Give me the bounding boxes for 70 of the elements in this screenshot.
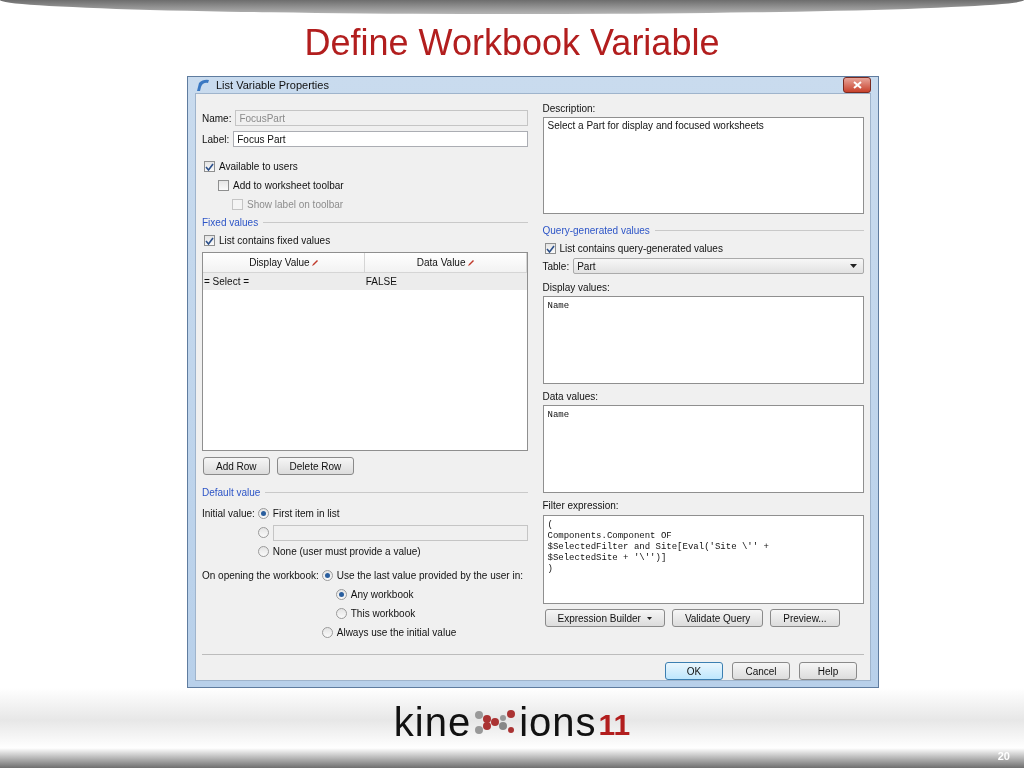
radio-button[interactable] — [257, 546, 269, 557]
checkbox-label: Add to worksheet toolbar — [233, 180, 344, 191]
checkbox[interactable] — [218, 180, 229, 191]
table-cell-text: FALSE — [364, 276, 398, 287]
table-row[interactable]: = Select = FALSE — [203, 273, 527, 290]
pencil-icon — [310, 258, 318, 267]
checkbox-label: List contains fixed values — [219, 235, 331, 246]
table-dropdown[interactable]: Part — [573, 258, 864, 274]
pencil-icon — [466, 258, 474, 267]
radio-button[interactable] — [321, 570, 333, 581]
field-label: Display values: — [542, 281, 611, 295]
logo-x-drawing — [473, 709, 518, 735]
radio-label: This workbook — [350, 608, 416, 619]
section-heading: Default value — [202, 487, 261, 498]
field-label: Filter expression: — [542, 499, 620, 513]
section-heading: Query-generated values — [542, 225, 650, 236]
field-label: Initial value: — [202, 507, 255, 521]
table-button[interactable]: Delete Row — [276, 457, 355, 475]
data-values-field[interactable]: Name — [542, 405, 864, 493]
page-number: 20 — [997, 750, 1010, 762]
radio-button[interactable] — [257, 527, 269, 538]
description-field[interactable]: Select a Part for display and focused worksheets — [542, 117, 864, 214]
slide-title: Define Workbook Variable — [303, 21, 721, 65]
radio-label: None (user must provide a value) — [272, 546, 421, 557]
display-values-field[interactable]: Name — [542, 296, 864, 384]
logo-text: ions — [519, 699, 597, 745]
radio-button[interactable] — [335, 608, 347, 619]
dialog-button[interactable]: OK — [665, 662, 723, 680]
column-header[interactable]: Data Value — [364, 253, 527, 272]
column-header[interactable]: Display Value — [203, 253, 365, 272]
query-button[interactable]: Expression Builder — [544, 609, 665, 627]
field-label: On opening the workbook: — [202, 569, 319, 583]
radio-label: Always use the initial value — [336, 627, 457, 638]
logo-edition: 11 — [598, 708, 631, 742]
dialog-title: List Variable Properties — [216, 79, 330, 91]
checkbox[interactable] — [204, 161, 215, 172]
checkbox-label: Available to users — [219, 161, 298, 172]
checkbox[interactable] — [544, 243, 556, 254]
radio-label: Use the last value provided by the user in: — [336, 570, 523, 581]
logo-text: kine — [393, 699, 472, 745]
query-button[interactable]: Validate Query — [671, 609, 764, 627]
field-label: Data values: — [542, 390, 600, 404]
close-icon — [852, 81, 862, 89]
field-label: Description: — [542, 102, 597, 116]
section-heading: Fixed values — [202, 217, 259, 228]
field-label: Label: — [202, 133, 230, 145]
app-icon — [196, 78, 210, 92]
field-label: Name: — [202, 112, 232, 124]
radio-label: First item in list — [272, 508, 340, 519]
table-cell-text: = Select = — [203, 276, 251, 287]
checkbox-label: List contains query-generated values — [559, 243, 723, 254]
field-label: Table: — [542, 260, 570, 272]
checkbox-label: Show label on toolbar — [247, 199, 344, 210]
radio-button[interactable] — [335, 589, 347, 600]
close-button[interactable] — [843, 77, 871, 93]
dialog-button[interactable]: Help — [799, 662, 857, 680]
checkbox[interactable] — [204, 235, 215, 246]
caret-icon — [646, 616, 652, 620]
radio-button[interactable] — [257, 508, 269, 519]
radio-button[interactable] — [321, 627, 333, 638]
check-icon — [545, 244, 555, 253]
radio-label: Any workbook — [350, 589, 414, 600]
check-icon — [205, 162, 214, 171]
check-icon — [205, 236, 214, 245]
table-button[interactable]: Add Row — [203, 457, 270, 475]
dialog-button[interactable]: Cancel — [732, 662, 790, 680]
filter-expression-field[interactable]: ( Components.Component OF $SelectedFilter and Site[Eval('Site \'' + $SelectedSite + '\'')] ) — [542, 515, 864, 604]
text-field[interactable]: Focus Part — [233, 131, 528, 147]
query-button[interactable]: Preview... — [770, 609, 840, 627]
caret-icon — [850, 264, 857, 268]
